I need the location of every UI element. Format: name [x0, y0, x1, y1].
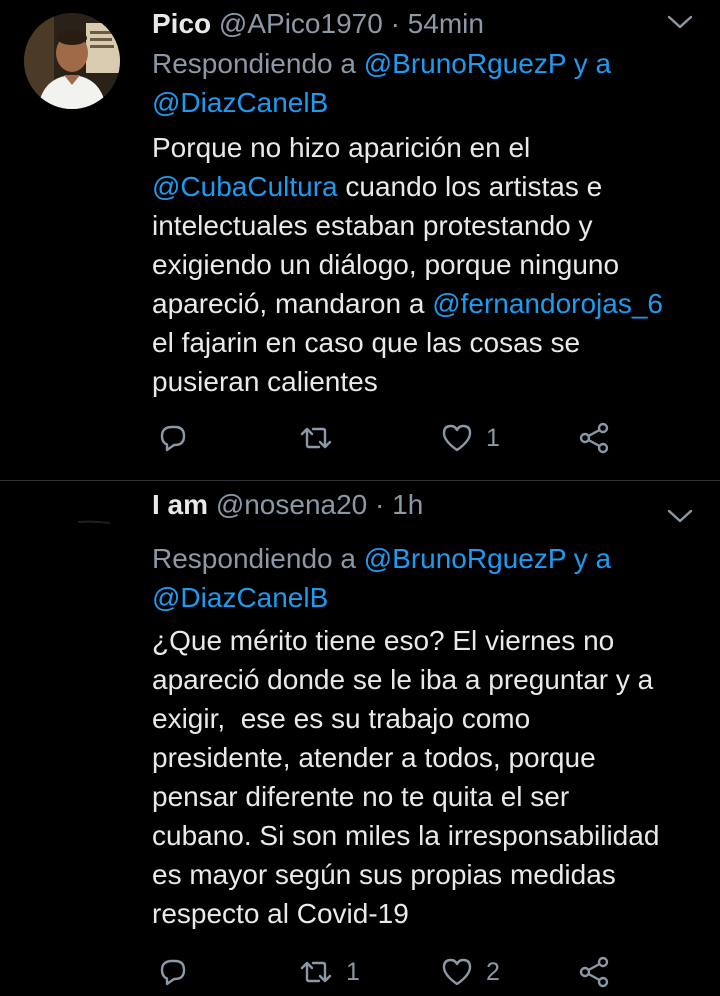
replying-prefix: Respondiendo a [152, 543, 356, 574]
mention-link[interactable]: @DiazCanelB [152, 87, 328, 118]
text-line: intelectuales estaban protestando y [152, 210, 593, 241]
separator-dot: · [375, 489, 385, 520]
text-line: exigir, ese es su trabajo como [152, 703, 531, 734]
share-icon [579, 422, 609, 454]
mention-link[interactable]: @CubaCultura [152, 171, 338, 202]
tweet-text: ¿Que mérito tiene eso? El viernes no apa… [152, 621, 700, 933]
share-button[interactable] [578, 952, 612, 992]
avatar-photo [24, 13, 120, 109]
heart-icon [442, 958, 472, 986]
chevron-down-icon[interactable] [666, 505, 694, 527]
share-icon [579, 956, 609, 988]
text-line: el fajarin en caso que las cosas se [152, 327, 581, 358]
text-line: pusieran calientes [152, 366, 378, 397]
retweet-button[interactable] [298, 418, 346, 458]
tweet-header: Pico @APico1970 · 54min [152, 4, 652, 44]
mention-link[interactable]: @DiazCanelB [152, 582, 328, 613]
text-line: apareció, mandaron a [152, 288, 433, 319]
separator-dot: · [390, 8, 400, 39]
retweet-button[interactable]: 1 [298, 952, 360, 992]
reply-icon [160, 959, 186, 986]
reply-button[interactable] [156, 418, 202, 458]
tweet[interactable]: Pico @APico1970 · 54min Respondiendo a @… [0, 0, 720, 480]
replying-prefix: Respondiendo a [152, 48, 356, 79]
text-line: ¿Que mérito tiene eso? El viernes no [152, 625, 615, 656]
avatar-photo [77, 520, 111, 524]
reply-button[interactable] [156, 952, 202, 992]
like-count: 1 [486, 424, 500, 452]
user-handle[interactable]: @APico1970 [219, 8, 383, 39]
display-name[interactable]: Pico [152, 8, 211, 39]
like-count: 2 [486, 958, 500, 986]
retweet-count: 1 [346, 958, 360, 986]
share-button[interactable] [578, 418, 612, 458]
mention-link[interactable]: @BrunoRguezP [364, 48, 566, 79]
chevron-down-icon[interactable] [666, 11, 694, 33]
action-bar: 1 [150, 418, 670, 458]
replying-to: Respondiendo a @BrunoRguezP y a @DiazCan… [152, 44, 692, 122]
text-line: Porque no hizo aparición en el [152, 132, 531, 163]
replying-to: Respondiendo a @BrunoRguezP y a @DiazCan… [152, 539, 692, 617]
mention-link[interactable]: @fernandorojas_6 [432, 288, 663, 319]
text-line: pensar diferente no te quita el ser [152, 781, 570, 812]
action-bar: 1 2 [150, 952, 670, 992]
mention-link[interactable]: @BrunoRguezP [364, 543, 566, 574]
timestamp[interactable]: 1h [392, 489, 423, 520]
avatar[interactable] [24, 13, 120, 109]
user-handle[interactable]: @nosena20 [216, 489, 367, 520]
like-button[interactable]: 1 [440, 418, 500, 458]
tweet-text: Porque no hizo aparición en el @CubaCult… [152, 128, 700, 401]
replying-and[interactable]: y a [574, 543, 611, 574]
text-line: respecto al Covid-19 [152, 898, 409, 929]
text-line: cubano. Si son miles la irresponsabilida… [152, 820, 660, 851]
display-name[interactable]: I am [152, 489, 208, 520]
tweet-header: I am @nosena20 · 1h [152, 485, 652, 525]
text-line: exigiendo un diálogo, porque ninguno [152, 249, 620, 280]
replying-and[interactable]: y a [574, 48, 611, 79]
text-line: presidente, atender a todos, porque [152, 742, 596, 773]
text-line: cuando los artistas e [337, 171, 603, 202]
text-line: apareció donde se le iba a preguntar y a [152, 664, 654, 695]
retweet-icon [300, 427, 332, 449]
tweet[interactable]: I am @nosena20 · 1h Respondiendo a @Brun… [0, 481, 720, 996]
like-button[interactable]: 2 [440, 952, 500, 992]
timestamp[interactable]: 54min [408, 8, 484, 39]
text-line: es mayor según sus propias medidas [152, 859, 616, 890]
heart-icon [442, 424, 472, 452]
retweet-icon [300, 961, 332, 983]
avatar[interactable] [24, 494, 120, 590]
reply-icon [160, 425, 186, 452]
